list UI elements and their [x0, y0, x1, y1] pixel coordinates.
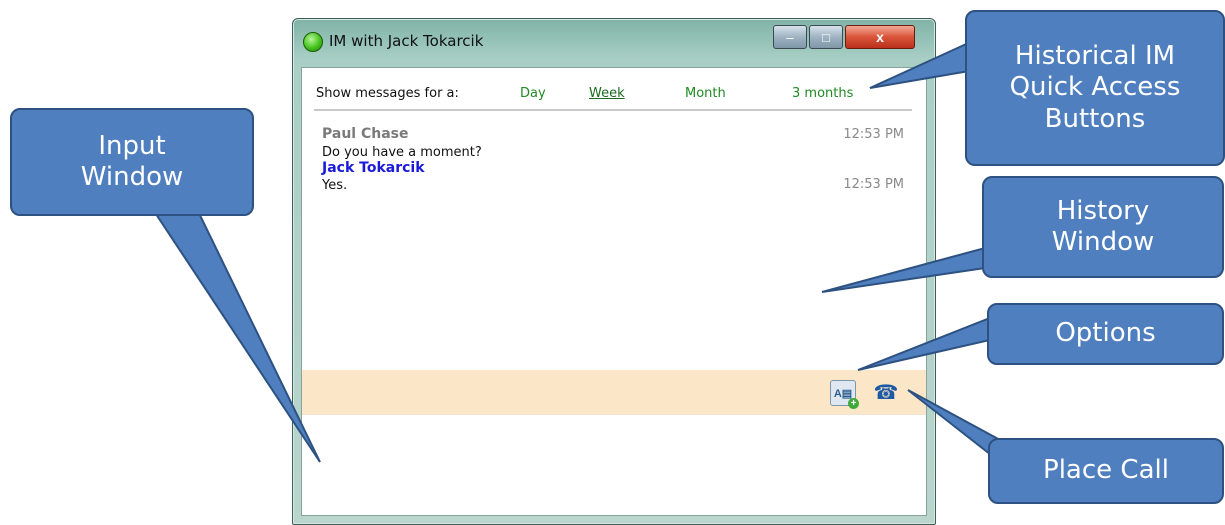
history-window-pointer [821, 246, 986, 293]
callout-line: History [1056, 195, 1150, 226]
callout-line: Window [1051, 227, 1155, 257]
callout-line: Window [80, 162, 184, 192]
history-window-callout: History Window [982, 176, 1224, 278]
historical-im-callout: Historical IM Quick Access Buttons [965, 10, 1225, 166]
callout-line: Quick Access [1009, 72, 1181, 103]
callout-line: Input [98, 130, 166, 161]
callout-line: Options [1055, 318, 1156, 349]
options-callout: Options [987, 303, 1224, 365]
place-call-pointer [907, 389, 1001, 465]
input-window-callout: Input Window [10, 108, 254, 216]
historical-pointer [869, 38, 976, 89]
callout-line: Place Call [1043, 455, 1169, 486]
input-window-pointer [148, 204, 321, 463]
options-pointer [857, 316, 991, 371]
callout-line: Historical IM [1014, 41, 1176, 72]
callout-line: Buttons [1044, 103, 1146, 134]
place-call-callout: Place Call [988, 438, 1224, 504]
